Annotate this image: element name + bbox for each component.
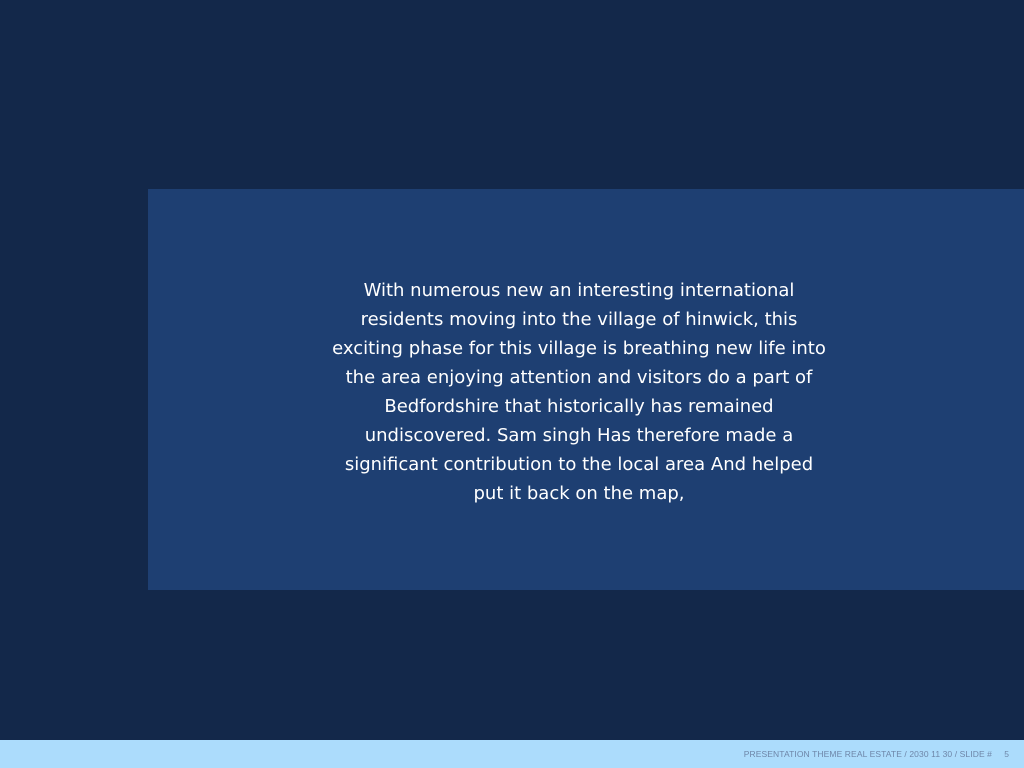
footer-text: PRESENTATION THEME REAL ESTATE / 2030 11… (743, 749, 992, 759)
slide-body-text: With numerous new an interesting interna… (332, 280, 826, 504)
slide-footer: PRESENTATION THEME REAL ESTATE / 2030 11… (0, 740, 1024, 768)
slide-canvas: With numerous new an interesting interna… (0, 0, 1024, 740)
slide-number: 5 (1004, 749, 1009, 759)
